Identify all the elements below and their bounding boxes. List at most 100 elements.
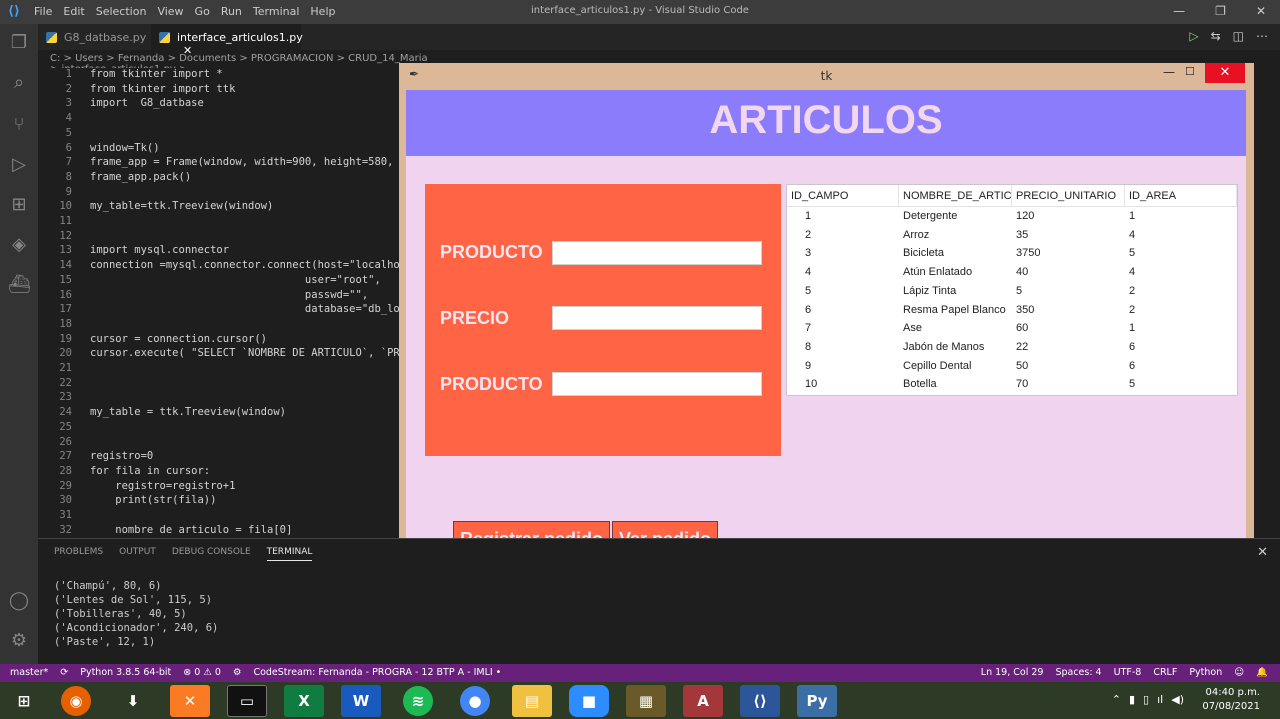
column-header[interactable]: ID_CAMPO	[787, 185, 899, 207]
code-line[interactable]: from tkinter import ttk	[90, 83, 235, 95]
code-line[interactable]: import G8_datbase	[90, 97, 204, 109]
taskbar-clock[interactable]: 04:40 p.m. 07/08/2021	[1202, 686, 1260, 714]
explorer-icon[interactable]: ❐	[8, 32, 30, 54]
dropbox-icon[interactable]: ⬇	[113, 685, 153, 717]
code-line[interactable]: print(str(fila))	[90, 494, 216, 506]
table-row[interactable]: 8 Jabón de Manos 22 6	[787, 341, 1237, 359]
docker-icon[interactable]: ⛴	[8, 274, 31, 296]
code-line[interactable]: my_table=ttk.Treeview(window)	[90, 200, 273, 212]
restore-icon[interactable]: ❐	[1215, 4, 1226, 18]
cursor-position[interactable]: Ln 19, Col 29	[981, 667, 1044, 678]
split-editor-icon[interactable]: ◫	[1233, 29, 1244, 43]
table-row[interactable]: 10 Botella 70 5	[787, 378, 1237, 396]
tab-output[interactable]: OUTPUT	[119, 547, 156, 561]
code-editor[interactable]: 1 from tkinter import * 2 from tkinter impo…	[38, 68, 419, 538]
excel-icon[interactable]: X	[284, 685, 324, 717]
extensions-icon[interactable]: ⊞	[8, 194, 30, 216]
terminal-app-icon[interactable]: ▭	[227, 685, 267, 717]
chrome-icon[interactable]: ●	[460, 686, 490, 716]
codestream-status[interactable]: CodeStream: Fernanda - PROGRA - 12 BTP A…	[253, 667, 501, 678]
winrar-icon[interactable]: ▦	[626, 685, 666, 717]
table-row[interactable]: 4 Atún Enlatado 40 4	[787, 266, 1237, 284]
run-file-icon[interactable]: ▷	[1189, 29, 1198, 43]
code-line[interactable]: connection =mysql.connector.connect(host…	[90, 259, 419, 271]
tab-debug-console[interactable]: DEBUG CONSOLE	[172, 547, 251, 561]
column-header[interactable]: ID_AREA	[1125, 185, 1237, 207]
tab-terminal[interactable]: TERMINAL	[266, 547, 313, 561]
breadcrumb[interactable]: C: > Users > Fernanda > Documents > PROG…	[38, 50, 438, 75]
network-icon[interactable]: ▮	[1129, 693, 1135, 706]
tab-problems[interactable]: PROBLEMS	[54, 547, 103, 561]
notifications-icon[interactable]: 🔔	[1256, 667, 1268, 678]
tab-interface-articulos1[interactable]: interface_articulos1.py ✕	[151, 24, 303, 57]
chevron-up-icon[interactable]: ⌃	[1112, 693, 1121, 706]
python-interpreter[interactable]: Python 3.8.5 64-bit	[80, 667, 171, 678]
code-line[interactable]: cursor.execute( "SELECT `NOMBRE DE ARTIC…	[90, 347, 419, 359]
word-icon[interactable]: W	[341, 685, 381, 717]
precio-input[interactable]	[552, 306, 762, 330]
table-row[interactable]: 9 Cepillo Dental 50 6	[787, 360, 1237, 378]
producto-input-2[interactable]	[552, 372, 762, 396]
code-line[interactable]: import mysql.connector	[90, 244, 229, 256]
code-line[interactable]: frame_app = Frame(window, width=900, hei…	[90, 156, 419, 168]
tk-maximize-icon[interactable]: ☐	[1185, 65, 1195, 78]
feedback-icon[interactable]: ☺	[1234, 667, 1244, 678]
table-row[interactable]: 5 Lápiz Tinta 5 2	[787, 285, 1237, 303]
code-line[interactable]: for fila in cursor:	[90, 465, 210, 477]
language-mode[interactable]: Python	[1189, 667, 1222, 678]
table-row[interactable]: 6 Resma Papel Blanco 350 2	[787, 304, 1237, 322]
code-line[interactable]: registro=0	[90, 450, 153, 462]
xampp-icon[interactable]: ✕	[170, 685, 210, 717]
code-line[interactable]: database="db_lol"	[90, 303, 412, 315]
tk-minimize-icon[interactable]: —	[1163, 65, 1175, 79]
code-line[interactable]: from tkinter import *	[90, 68, 223, 80]
account-icon[interactable]: ◯	[8, 590, 30, 612]
search-icon[interactable]: ⌕	[8, 72, 30, 94]
code-line[interactable]: nombre de articulo = fila[0]	[90, 524, 292, 536]
column-header[interactable]: NOMBRE_DE_ARTICULO	[899, 185, 1012, 207]
articles-treeview[interactable]: ID_CAMPONOMBRE_DE_ARTICULOPRECIO_UNITARI…	[786, 184, 1238, 396]
line-ending[interactable]: CRLF	[1153, 667, 1177, 678]
more-actions-icon[interactable]: ⋯	[1256, 29, 1268, 43]
remote-icon[interactable]: ◈	[8, 234, 30, 256]
problems-count[interactable]: ⊗ 0 ⚠ 0	[183, 667, 221, 678]
tab-g8-datbase[interactable]: G8_datbase.py	[38, 24, 150, 50]
indentation[interactable]: Spaces: 4	[1055, 667, 1101, 678]
table-row[interactable]: 2 Arroz 35 4	[787, 229, 1237, 247]
code-line[interactable]: frame_app.pack()	[90, 171, 191, 183]
terminal-output[interactable]: ('Champú', 80, 6) ('Lentes de Sol', 115,…	[54, 579, 218, 649]
codestream-icon[interactable]: ⚙	[233, 667, 242, 678]
panel-close-icon[interactable]: ✕	[1257, 545, 1268, 560]
windows-start-icon[interactable]: ⊞	[4, 685, 44, 717]
zoom-icon[interactable]: ■	[569, 685, 609, 717]
column-header[interactable]: PRECIO_UNITARIO	[1012, 185, 1125, 207]
compare-icon[interactable]: ⇆	[1211, 29, 1221, 43]
code-line[interactable]: passwd="",	[90, 289, 368, 301]
minimize-icon[interactable]: —	[1173, 4, 1185, 18]
code-line[interactable]: cursor = connection.cursor()	[90, 333, 267, 345]
source-control-icon[interactable]: ⑂	[8, 114, 30, 136]
code-line[interactable]: user="root",	[90, 274, 381, 286]
access-icon[interactable]: A	[683, 685, 723, 717]
firefox-icon[interactable]: ◉	[61, 686, 91, 716]
code-line[interactable]: my_table = ttk.Treeview(window)	[90, 406, 286, 418]
git-branch[interactable]: master*	[10, 667, 48, 678]
sync-icon[interactable]: ⟳	[60, 667, 68, 678]
signal-icon[interactable]: ıl	[1157, 693, 1163, 706]
code-line[interactable]: registro=registro+1	[90, 480, 235, 492]
python-taskbar-icon[interactable]: Py	[797, 685, 837, 717]
producto-input[interactable]	[552, 241, 762, 265]
encoding[interactable]: UTF-8	[1114, 667, 1142, 678]
close-icon[interactable]: ✕	[1256, 4, 1266, 18]
vscode-taskbar-icon[interactable]: ⟨⟩	[740, 685, 780, 717]
settings-gear-icon[interactable]: ⚙	[8, 630, 30, 652]
tk-close-button[interactable]: ✕	[1205, 63, 1245, 83]
file-explorer-icon[interactable]: ▤	[512, 685, 552, 717]
spotify-icon[interactable]: ≋	[403, 686, 433, 716]
volume-icon[interactable]: ◀)	[1171, 693, 1184, 706]
run-debug-icon[interactable]: ▷	[8, 154, 30, 176]
battery-icon[interactable]: ▯	[1143, 693, 1149, 706]
code-line[interactable]: window=Tk()	[90, 142, 160, 154]
table-row[interactable]: 1 Detergente 120 1	[787, 210, 1237, 228]
table-row[interactable]: 3 Bicicleta 3750 5	[787, 247, 1237, 265]
